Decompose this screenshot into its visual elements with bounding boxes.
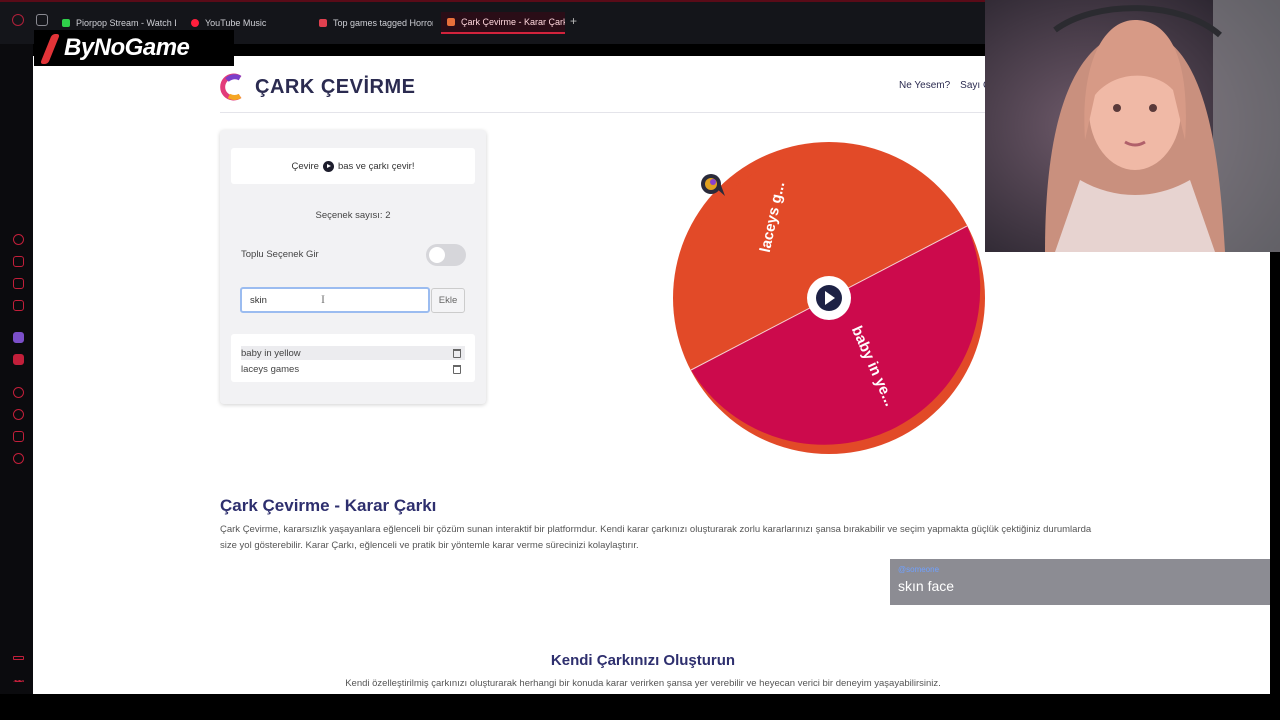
browser-controls: [12, 14, 48, 26]
tab-label: Piorpop Stream - Watch Li: [76, 18, 176, 28]
kick-icon: [62, 19, 70, 27]
sidebar-instagram-icon[interactable]: [13, 278, 24, 289]
tab-overview-icon[interactable]: [36, 14, 48, 26]
trash-icon[interactable]: [453, 364, 461, 374]
spin-wheel[interactable]: laceys g... baby in ye...: [669, 138, 989, 458]
sidebar-settings-icon[interactable]: [13, 453, 24, 464]
site-title[interactable]: ÇARK ÇEVİRME: [255, 76, 415, 99]
stream-logo: ByNoGame: [34, 30, 234, 66]
section2-title: Kendi Çarkınızı Oluşturun: [550, 652, 736, 669]
list-item[interactable]: laceys games: [241, 362, 465, 376]
options-panel: Çevire bas ve çarkı çevir! Seçenek sayıs…: [220, 130, 486, 404]
spin-hint: Çevire bas ve çarkı çevir!: [231, 148, 475, 184]
sidebar-history-icon[interactable]: [13, 234, 24, 245]
site-favicon-icon: [447, 18, 455, 26]
webcam-image: [985, 0, 1280, 252]
browser-sidebar: [0, 44, 33, 694]
option-count: Seçenek sayısı: 2: [315, 210, 391, 221]
tab-label: YouTube Music: [205, 18, 267, 28]
wheel-pointer-icon: [701, 174, 725, 196]
option-label: baby in yellow: [241, 347, 301, 359]
section2-text: Kendi özelleştirilmiş çarkınızı oluştura…: [345, 678, 941, 689]
option-list: baby in yellow laceys games: [231, 334, 475, 382]
sidebar-more-icon[interactable]: [13, 680, 24, 683]
trash-icon[interactable]: [453, 348, 461, 358]
tab-itch-horror[interactable]: Top games tagged Horror: [313, 12, 433, 34]
sidebar-cube-icon[interactable]: [13, 431, 24, 442]
toggle-knob: [429, 247, 445, 263]
sidebar-twitch-icon[interactable]: [13, 332, 24, 343]
sidebar-clock-icon[interactable]: [13, 409, 24, 420]
sidebar-messenger-icon[interactable]: [13, 300, 24, 311]
logo-slash-icon: [38, 34, 60, 62]
sidebar-extension-icon[interactable]: [13, 256, 24, 267]
itch-icon: [319, 19, 327, 27]
tab-cark-cevirme[interactable]: Çark Çevirme - Karar Çark: [441, 12, 565, 34]
youtube-music-icon: [191, 19, 199, 27]
sidebar-app-icon[interactable]: [13, 354, 24, 365]
sidebar-player-icon[interactable]: [13, 387, 24, 398]
tab-label: Çark Çevirme - Karar Çark: [461, 17, 565, 27]
new-tab-button[interactable]: +: [570, 14, 577, 28]
browser-menu-icon[interactable]: [12, 14, 24, 26]
chat-username: @someone: [898, 565, 940, 574]
nav-ne-yesem[interactable]: Ne Yesem?: [899, 80, 950, 91]
hint-text-end: bas ve çarkı çevir!: [337, 160, 415, 172]
sidebar-gx-icon[interactable]: [13, 656, 24, 660]
list-item[interactable]: baby in yellow: [241, 346, 465, 360]
option-label: laceys games: [241, 363, 300, 375]
add-option-button[interactable]: Ekle: [431, 288, 465, 313]
option-input[interactable]: [240, 287, 430, 313]
tab-label: Top games tagged Horror: [333, 18, 433, 28]
chat-message: skın face: [898, 578, 955, 594]
hint-text-start: Çevire: [291, 160, 319, 172]
play-icon: [322, 160, 334, 172]
section-title: Çark Çevirme - Karar Çarkı: [220, 496, 437, 515]
chat-overlay: @someone skın face: [890, 559, 1270, 605]
bulk-entry-toggle[interactable]: [426, 244, 466, 266]
site-logo-icon[interactable]: [220, 72, 244, 102]
logo-text: ByNoGame: [64, 34, 190, 61]
bottom-bar: [0, 694, 1280, 720]
text-cursor-icon: I: [321, 292, 325, 306]
section-text: Çark Çevirme, kararsızlık yaşayanlara eğ…: [220, 524, 1092, 551]
bulk-entry-label: Toplu Seçenek Gir: [241, 249, 319, 260]
